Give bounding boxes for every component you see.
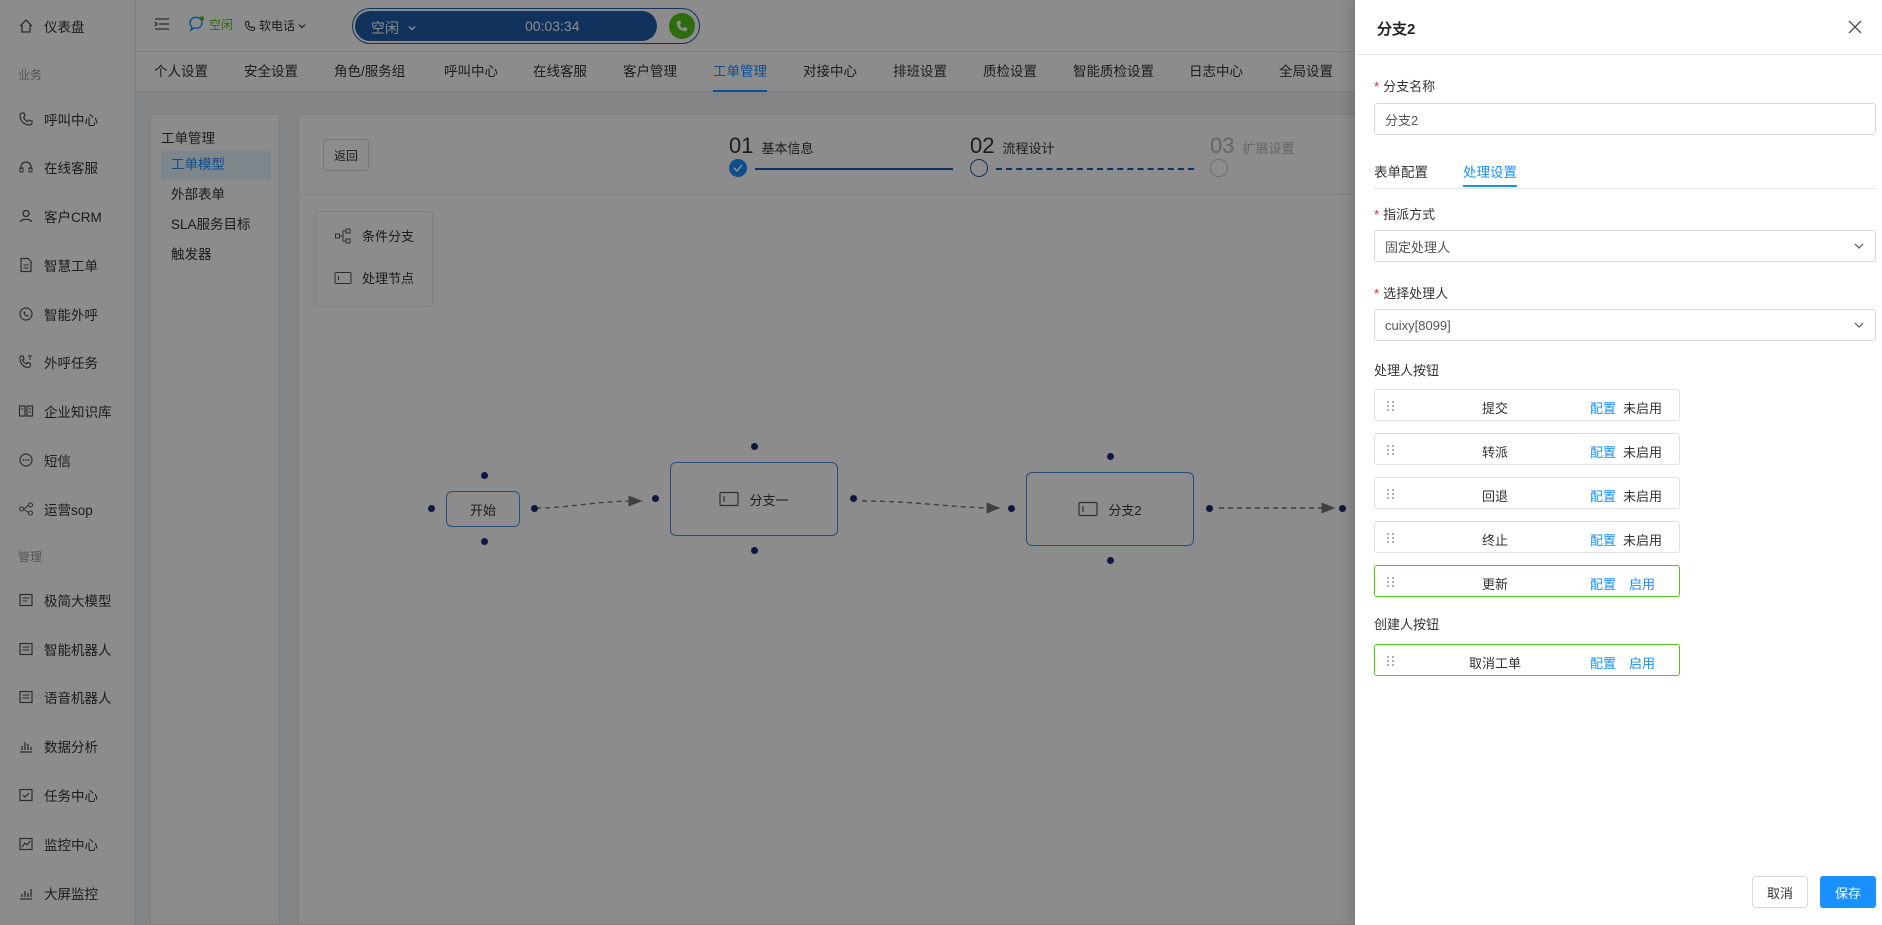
button-name: 更新 bbox=[1481, 577, 1508, 592]
handler-buttons-label: 处理人按钮 bbox=[1374, 363, 1440, 378]
handler-button-row[interactable]: 转派 配置 未启用 bbox=[1374, 433, 1680, 465]
tab-form-config[interactable]: 表单配置 bbox=[1374, 161, 1428, 187]
config-link[interactable]: 配置 bbox=[1590, 398, 1616, 417]
config-link[interactable]: 配置 bbox=[1590, 442, 1616, 461]
handler-button-row[interactable]: 终止 配置 未启用 bbox=[1374, 521, 1680, 553]
button-name: 提交 bbox=[1481, 401, 1508, 416]
button-status[interactable]: 未启用 bbox=[1623, 486, 1662, 505]
chevron-down-icon bbox=[1854, 322, 1864, 328]
tab-handle-settings[interactable]: 处理设置 bbox=[1463, 161, 1517, 187]
config-link[interactable]: 配置 bbox=[1590, 574, 1616, 593]
handler-select[interactable]: cuixy[8099] bbox=[1374, 309, 1876, 341]
button-status[interactable]: 启用 bbox=[1629, 574, 1655, 593]
handler-button-row[interactable]: 提交 配置 未启用 bbox=[1374, 389, 1680, 421]
cancel-button[interactable]: 取消 bbox=[1752, 876, 1808, 908]
handler-button-row[interactable]: 回退 配置 未启用 bbox=[1374, 477, 1680, 509]
button-name: 转派 bbox=[1481, 445, 1508, 460]
handler-button-row[interactable]: 更新 配置 启用 bbox=[1374, 565, 1680, 597]
button-status[interactable]: 未启用 bbox=[1623, 530, 1662, 549]
config-link[interactable]: 配置 bbox=[1590, 530, 1616, 549]
creator-button-row[interactable]: 取消工单 配置 启用 bbox=[1374, 644, 1680, 676]
button-name: 终止 bbox=[1481, 533, 1508, 548]
button-name: 回退 bbox=[1481, 489, 1508, 504]
config-link[interactable]: 配置 bbox=[1590, 486, 1616, 505]
button-name: 取消工单 bbox=[1468, 656, 1521, 671]
close-icon[interactable] bbox=[1846, 18, 1864, 36]
handler-label: * 选择处理人 bbox=[1374, 286, 1449, 301]
config-link[interactable]: 配置 bbox=[1590, 653, 1616, 672]
drawer-header: 分支2 bbox=[1355, 0, 1882, 55]
branch-config-drawer: 分支2 * 分支名称 分支2 表单配置 处理设置 * 指派方式 固定处理人 * 选择处… bbox=[1355, 0, 1882, 925]
branch-name-label: * 分支名称 bbox=[1374, 79, 1436, 94]
assign-method-label: * 指派方式 bbox=[1374, 207, 1436, 222]
creator-buttons-label: 创建人按钮 bbox=[1374, 617, 1440, 632]
assign-method-select[interactable]: 固定处理人 bbox=[1374, 230, 1876, 262]
button-status[interactable]: 启用 bbox=[1629, 653, 1655, 672]
branch-name-input[interactable]: 分支2 bbox=[1374, 103, 1876, 135]
chevron-down-icon bbox=[1854, 243, 1864, 249]
tab-divider bbox=[1374, 188, 1876, 189]
button-status[interactable]: 未启用 bbox=[1623, 442, 1662, 461]
save-button[interactable]: 保存 bbox=[1820, 876, 1876, 908]
drawer-title: 分支2 bbox=[1377, 21, 1416, 38]
button-status[interactable]: 未启用 bbox=[1623, 398, 1662, 417]
